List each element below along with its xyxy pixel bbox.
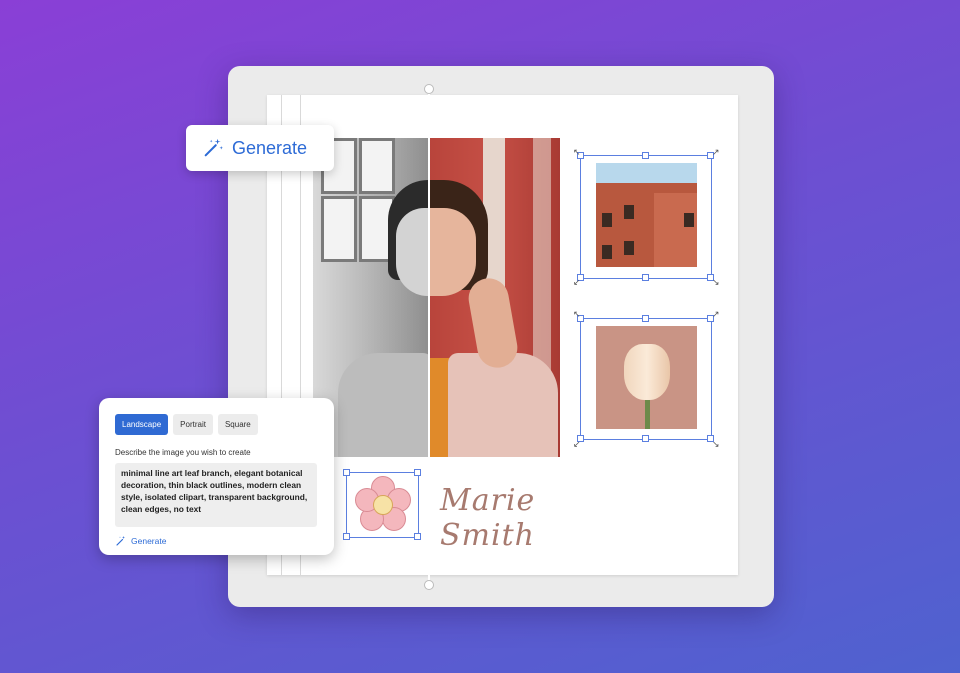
resize-handle[interactable] bbox=[343, 469, 350, 476]
rotate-icon[interactable]: ↘ bbox=[712, 278, 720, 287]
aspect-ratio-tabs: Landscape Portrait Square bbox=[115, 414, 318, 435]
resize-handle[interactable] bbox=[642, 152, 649, 159]
compare-slider-handle-top[interactable] bbox=[424, 84, 434, 94]
resize-handle[interactable] bbox=[642, 435, 649, 442]
resize-handle[interactable] bbox=[414, 469, 421, 476]
prompt-description-label: Describe the image you wish to create bbox=[115, 448, 251, 457]
rotate-icon[interactable]: ↗ bbox=[712, 310, 720, 319]
compare-slider-handle-bottom[interactable] bbox=[424, 580, 434, 590]
magic-wand-icon bbox=[116, 536, 126, 546]
generate-button[interactable]: Generate bbox=[186, 125, 334, 171]
tab-landscape[interactable]: Landscape bbox=[115, 414, 169, 435]
generate-prompt-panel: Landscape Portrait Square Describe the i… bbox=[99, 398, 334, 555]
flower-clipart-icon[interactable] bbox=[349, 474, 417, 536]
photo-after-color bbox=[428, 138, 560, 457]
resize-handle[interactable] bbox=[343, 533, 350, 540]
portrait-photo[interactable] bbox=[313, 138, 560, 457]
generate-button-label: Generate bbox=[232, 137, 308, 158]
prompt-input[interactable]: minimal line art leaf branch, elegant bo… bbox=[115, 463, 317, 527]
tab-square[interactable]: Square bbox=[217, 414, 258, 435]
resize-handle[interactable] bbox=[642, 315, 649, 322]
tab-portrait[interactable]: Portrait bbox=[173, 414, 213, 435]
rotate-icon[interactable]: ↗ bbox=[712, 148, 720, 157]
tulip-image[interactable] bbox=[596, 326, 697, 429]
magic-wand-icon bbox=[204, 138, 224, 157]
resize-handle[interactable] bbox=[414, 533, 421, 540]
rotate-icon[interactable]: ↖ bbox=[573, 148, 581, 157]
rotate-icon[interactable]: ↖ bbox=[573, 310, 581, 319]
rotate-icon[interactable]: ↘ bbox=[712, 440, 720, 449]
building-image[interactable] bbox=[596, 163, 697, 267]
panel-generate-button[interactable]: Generate bbox=[115, 535, 318, 547]
signature-text[interactable]: Marie Smith bbox=[440, 483, 620, 553]
resize-handle[interactable] bbox=[642, 274, 649, 281]
panel-generate-label: Generate bbox=[131, 536, 167, 546]
compare-slider[interactable] bbox=[428, 88, 430, 585]
rotate-icon[interactable]: ↙ bbox=[573, 440, 581, 449]
rotate-icon[interactable]: ↙ bbox=[573, 278, 581, 287]
